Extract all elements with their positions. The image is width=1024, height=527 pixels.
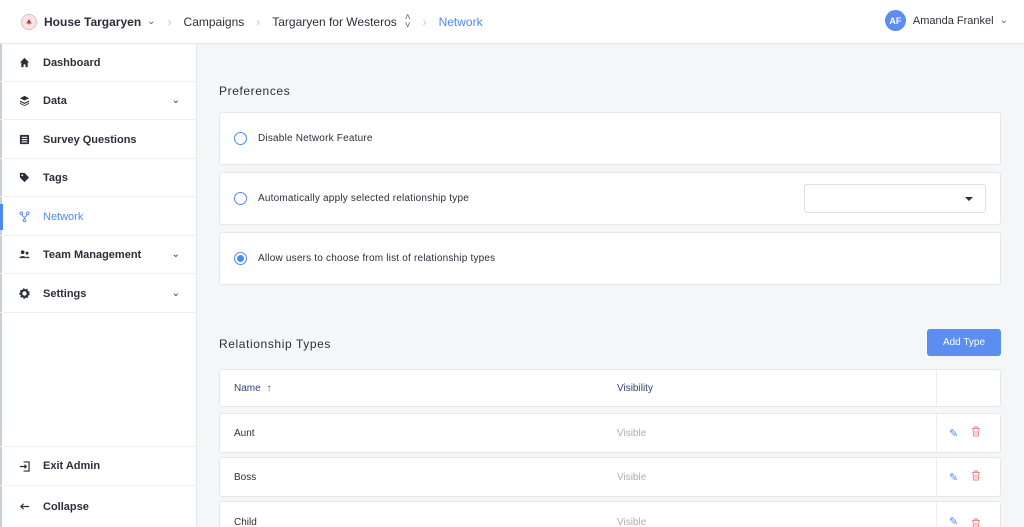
edit-pencil-icon[interactable]: ✎	[949, 427, 958, 440]
preference-label: Automatically apply selected relationshi…	[258, 193, 469, 204]
breadcrumb-current: Network	[438, 14, 483, 29]
sidebar-item-label: Network	[43, 210, 84, 223]
chevron-down-icon[interactable]: ⌄	[172, 249, 180, 260]
preference-option-disable[interactable]: Disable Network Feature	[219, 112, 1001, 165]
divider	[936, 370, 937, 406]
add-type-button[interactable]: Add Type	[927, 329, 1001, 356]
divider	[936, 502, 937, 527]
divider	[936, 458, 937, 496]
table-header: Name ↑ Visibility	[219, 369, 1001, 407]
column-header-visibility: Visibility	[617, 382, 653, 394]
edit-pencil-icon[interactable]: ✎	[949, 515, 958, 527]
relationship-type-select[interactable]	[804, 184, 986, 213]
sidebar-item-label: Dashboard	[43, 56, 101, 69]
org-switcher[interactable]: House Targaryen	[44, 15, 141, 29]
cell-name: Boss	[234, 471, 257, 483]
column-header-name-label: Name	[234, 382, 261, 394]
cell-visibility: Visible	[617, 471, 647, 483]
chevron-down-icon[interactable]: ⌄	[172, 95, 180, 106]
users-icon	[17, 249, 31, 260]
chevron-down-icon[interactable]: ⌄	[1000, 15, 1008, 26]
radio-button[interactable]	[234, 192, 247, 205]
sidebar-item-label: Exit Admin	[43, 460, 101, 472]
cell-visibility: Visible	[617, 517, 647, 527]
sidebar-item-label: Settings	[43, 287, 87, 300]
user-name[interactable]: Amanda Frankel	[913, 15, 994, 27]
preferences-title: Preferences	[219, 84, 291, 98]
sort-ascending-icon[interactable]: ↑	[266, 383, 271, 394]
cell-visibility: Visible	[617, 427, 647, 439]
sidebar-item-label: Collapse	[43, 500, 89, 513]
avatar[interactable]: AF	[884, 10, 906, 31]
preference-label: Allow users to choose from list of relat…	[258, 253, 496, 264]
sidebar-item-label: Tags	[43, 171, 68, 184]
breadcrumb-separator-icon: ›	[256, 14, 261, 29]
sidebar-item-tags[interactable]: Tags	[0, 159, 196, 197]
sidebar-item-data[interactable]: Data ⌄	[0, 82, 196, 120]
sidebar-item-label: Data	[43, 94, 67, 107]
breadcrumb-campaigns[interactable]: Campaigns	[184, 15, 245, 29]
sidebar: Dashboard Data ⌄ Survey Questions Tags N…	[0, 44, 197, 527]
relationship-types-title: Relationship Types	[219, 337, 331, 351]
home-icon	[17, 57, 31, 68]
trash-icon[interactable]	[971, 468, 981, 486]
sidebar-item-label: Team Management	[43, 248, 142, 261]
user-menu[interactable]: AF Amanda Frankel ⌄	[884, 10, 1008, 31]
chevron-down-icon[interactable]: ⌄	[147, 16, 155, 27]
divider	[936, 414, 937, 452]
sidebar-item-dashboard[interactable]: Dashboard	[0, 44, 196, 82]
sidebar-item-settings[interactable]: Settings ⌄	[0, 275, 196, 313]
list-icon	[17, 134, 31, 145]
radio-button-checked[interactable]	[234, 252, 247, 265]
tag-icon	[17, 172, 31, 183]
caret-down-icon	[965, 197, 973, 201]
sidebar-item-team-management[interactable]: Team Management ⌄	[0, 236, 196, 274]
breadcrumb-separator-icon: ›	[422, 14, 427, 29]
arrow-left-icon	[17, 501, 31, 512]
dragon-logo-icon	[21, 13, 37, 30]
chevron-down-icon[interactable]: ⌄	[172, 288, 180, 299]
sidebar-item-survey-questions[interactable]: Survey Questions	[0, 121, 196, 159]
table-row: Child Visible ✎	[219, 501, 1001, 527]
column-header-name[interactable]: Name ↑	[234, 383, 271, 394]
preference-option-allow-choose[interactable]: Allow users to choose from list of relat…	[219, 232, 1001, 285]
sidebar-item-network[interactable]: Network	[0, 198, 196, 236]
preference-option-auto-apply[interactable]: Automatically apply selected relationshi…	[219, 172, 1001, 225]
breadcrumb: House Targaryen ⌄ › Campaigns › Targarye…	[0, 12, 483, 30]
network-icon	[17, 211, 31, 222]
trash-icon[interactable]	[971, 424, 981, 442]
exit-icon	[17, 460, 31, 472]
cell-name: Child	[234, 517, 257, 527]
radio-button[interactable]	[234, 132, 247, 145]
breadcrumb-separator-icon: ›	[167, 14, 172, 29]
gear-icon	[17, 288, 31, 299]
table-row: Boss Visible ✎	[219, 457, 1001, 497]
breadcrumb-campaign-name[interactable]: Targaryen for Westeros	[272, 15, 397, 29]
trash-icon[interactable]	[971, 516, 981, 527]
sidebar-collapse-button[interactable]: Collapse	[0, 486, 196, 527]
edit-pencil-icon[interactable]: ✎	[949, 471, 958, 484]
preference-label: Disable Network Feature	[258, 133, 373, 144]
sidebar-item-exit-admin[interactable]: Exit Admin	[0, 446, 196, 486]
top-bar: House Targaryen ⌄ › Campaigns › Targarye…	[0, 0, 1024, 44]
sidebar-item-label: Survey Questions	[43, 133, 137, 146]
cell-name: Aunt	[234, 427, 255, 439]
layers-icon	[17, 95, 31, 106]
updown-chevron-icon[interactable]: ˄ ˅	[405, 12, 411, 30]
table-row: Aunt Visible ✎	[219, 413, 1001, 453]
